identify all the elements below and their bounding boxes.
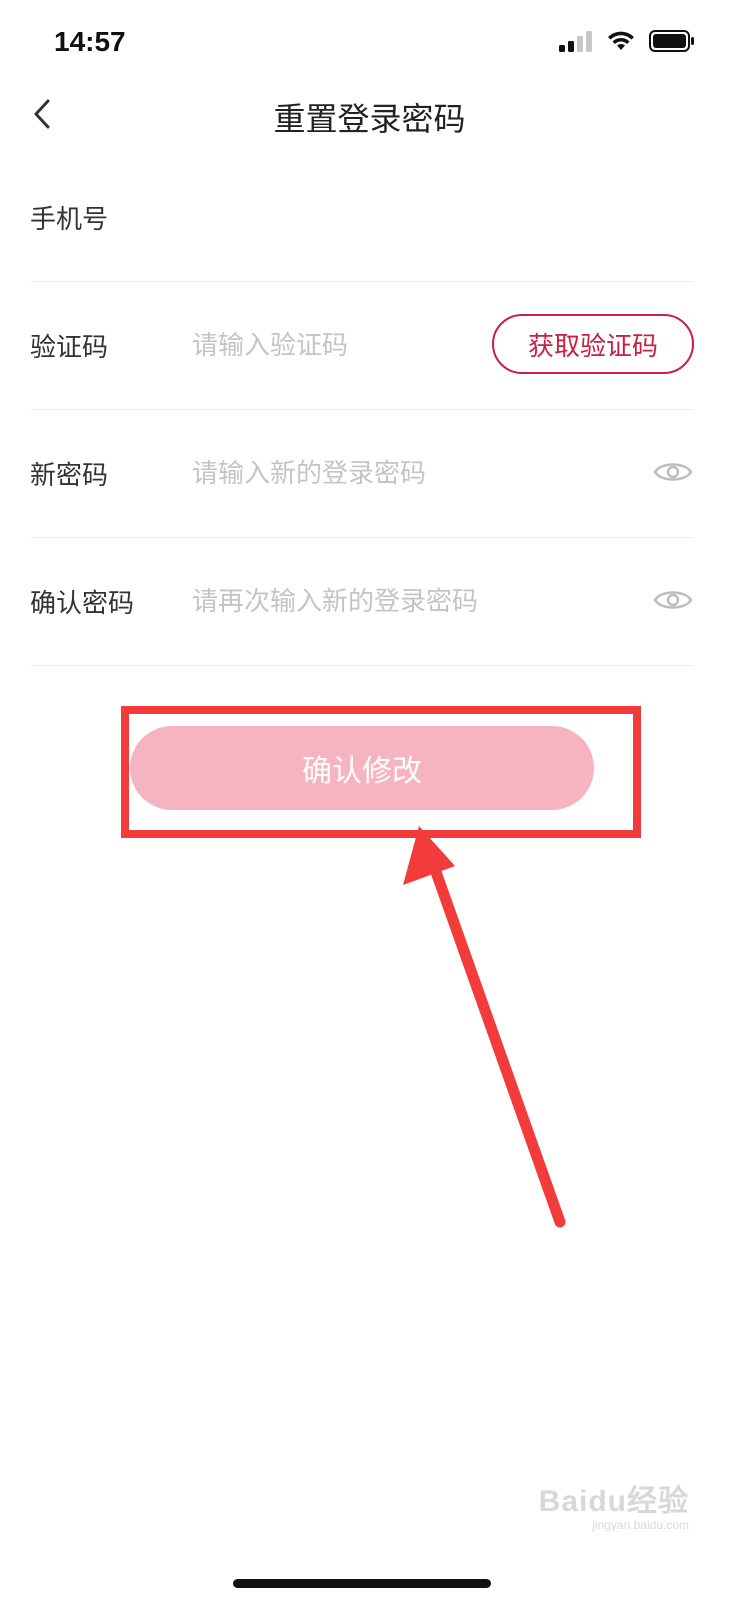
signal-icon xyxy=(559,30,593,56)
battery-icon xyxy=(649,30,695,56)
code-label: 验证码 xyxy=(30,333,109,363)
get-code-button[interactable]: 获取验证码 xyxy=(492,314,694,374)
new-password-row: 新密码 xyxy=(30,410,694,538)
status-bar: 14:57 xyxy=(0,0,739,88)
eye-icon xyxy=(653,459,693,489)
status-icons xyxy=(559,30,695,56)
wifi-icon xyxy=(607,30,635,56)
eye-icon xyxy=(653,587,693,617)
phone-field[interactable] xyxy=(192,202,512,233)
confirm-password-label: 确认密码 xyxy=(30,589,135,619)
annotation-highlight-box xyxy=(121,706,641,838)
navigation-bar: 重置登录密码 xyxy=(0,88,739,144)
page-title: 重置登录密码 xyxy=(273,100,466,138)
new-password-field[interactable] xyxy=(192,458,512,489)
home-indicator[interactable] xyxy=(233,1579,491,1588)
phone-label: 手机号 xyxy=(30,205,109,235)
reset-password-screen: 14:57 重置登录密码 手机号 验证码 请输入验证码 获取验证码 新密码 确认… xyxy=(0,0,739,1600)
new-password-label: 新密码 xyxy=(30,461,109,491)
confirm-password-visibility-toggle[interactable] xyxy=(652,582,694,622)
confirm-password-field[interactable] xyxy=(192,586,512,617)
watermark-logo: Baidu经验 xyxy=(538,1485,689,1518)
baidu-jingyan-watermark: Baidu经验 jingyan.baidu.com xyxy=(539,1476,689,1532)
reset-password-form: 手机号 验证码 获取验证码 新密码 确认密码 xyxy=(30,154,694,666)
new-password-visibility-toggle[interactable] xyxy=(652,454,694,494)
code-field[interactable] xyxy=(192,330,512,361)
status-time: 14:57 xyxy=(54,26,126,57)
phone-row: 手机号 xyxy=(30,154,694,282)
confirm-password-row: 确认密码 xyxy=(30,538,694,666)
code-row: 验证码 获取验证码 xyxy=(30,282,694,410)
watermark-url: jingyan.baidu.com xyxy=(592,1518,689,1532)
